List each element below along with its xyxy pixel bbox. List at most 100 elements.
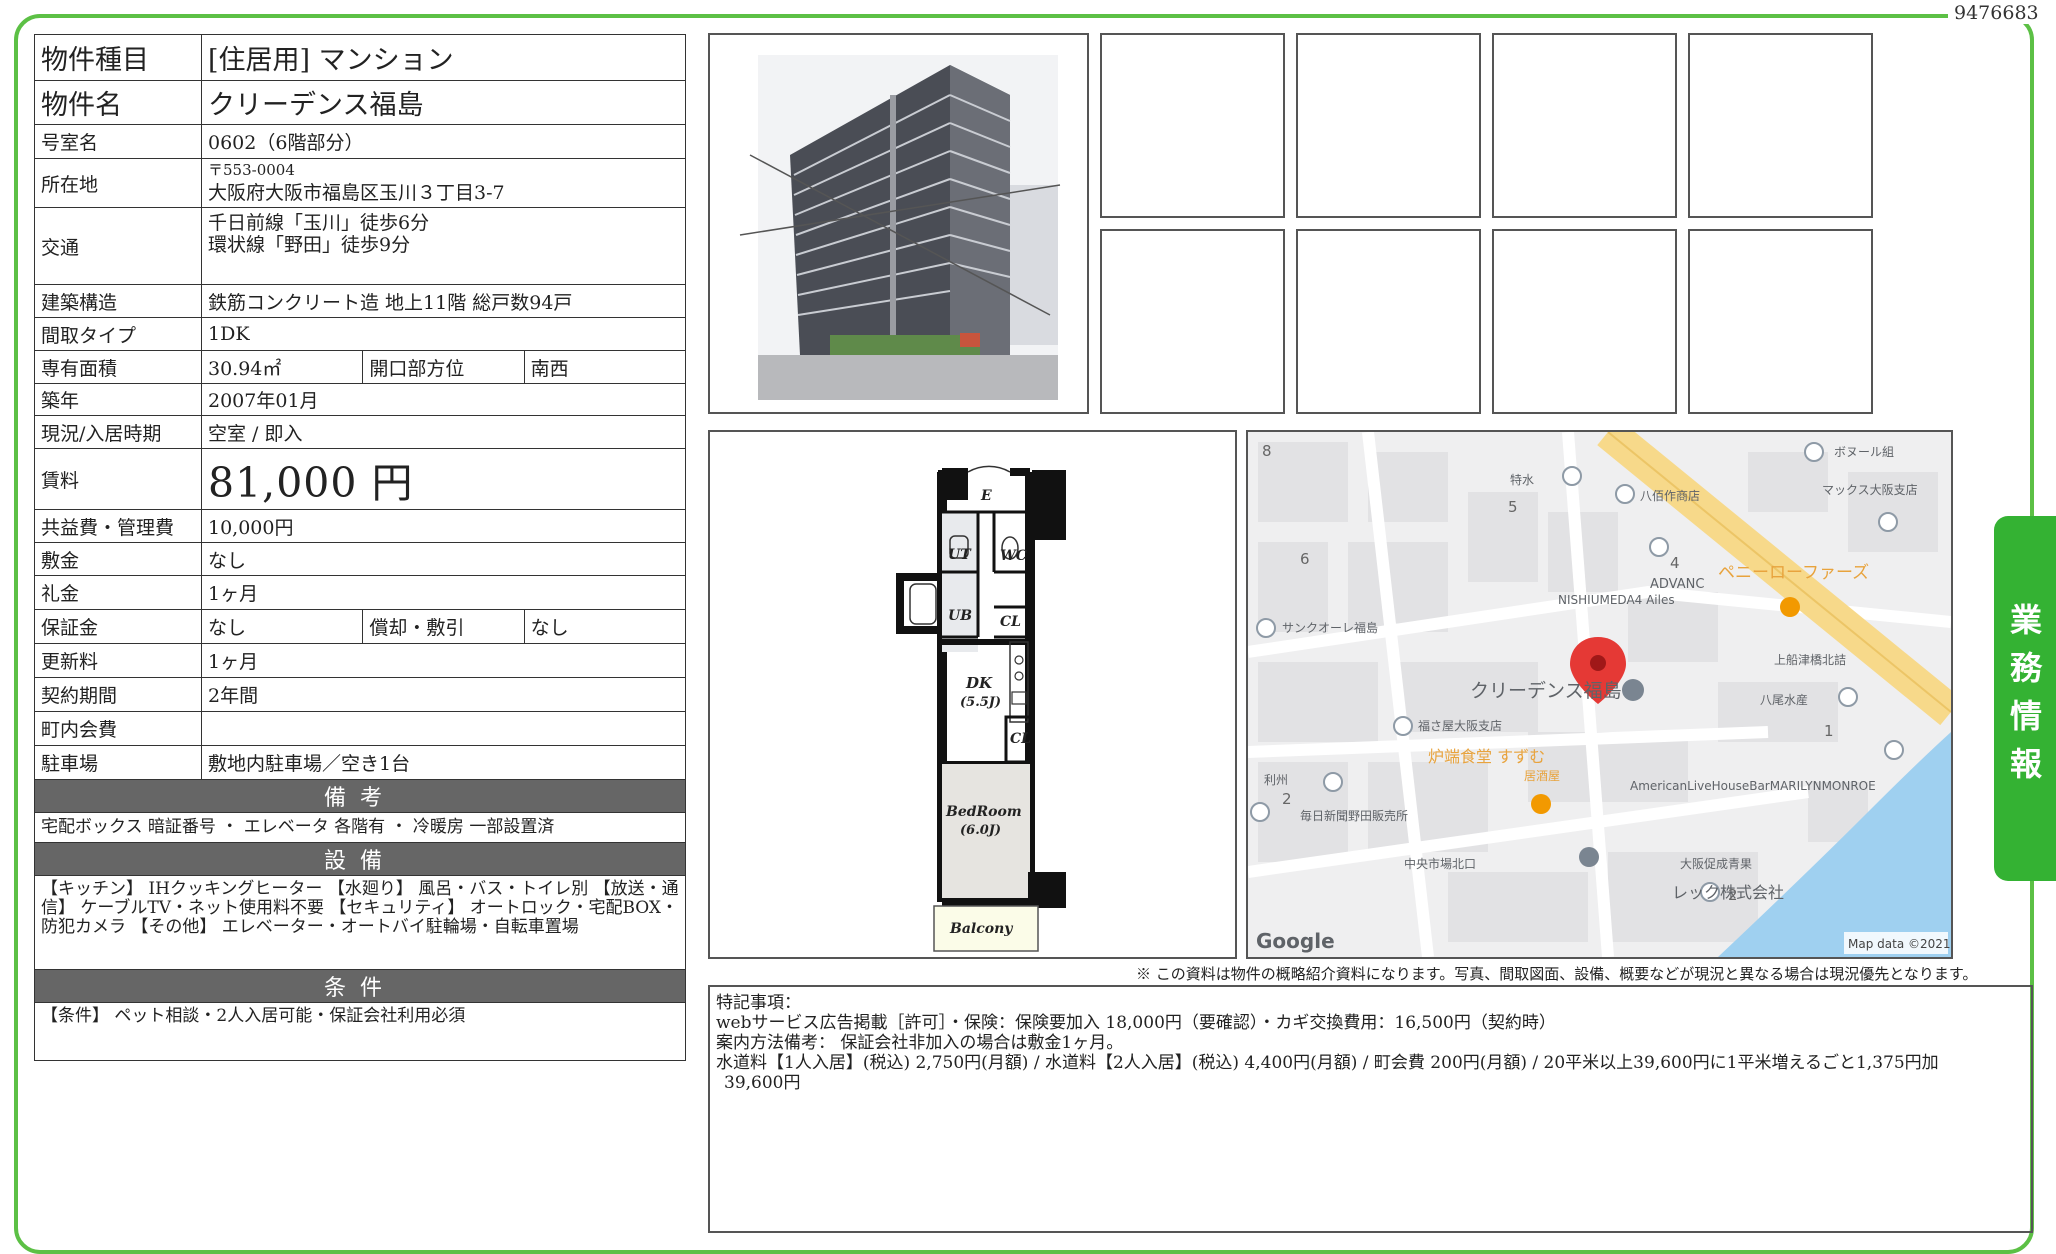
renewal-label: 更新料	[34, 643, 202, 678]
label-wc: WC	[1000, 548, 1027, 564]
conditions-text: 【条件】 ペット相談・2人入居可能・保証会社利用必須	[34, 1002, 686, 1061]
fee-label: 共益費・管理費	[34, 509, 202, 543]
map-label-1: マックス大阪支店	[1822, 483, 1918, 497]
map-label-14: 利州	[1264, 773, 1288, 787]
name-value: クリーデンス福島	[201, 80, 686, 125]
remarks-header: 備考	[34, 779, 686, 813]
label-bedroom: BedRoom	[945, 804, 1022, 820]
contract-label: 契約期間	[34, 677, 202, 712]
disclaimer-note: ※ この資料は物件の概略紹介資料になります。写真、間取図面、設備、概要などが現況…	[1136, 965, 1978, 983]
label-ut: UT	[948, 547, 972, 563]
photo-thumb-8	[1688, 229, 1873, 414]
layout-label: 間取タイプ	[34, 317, 202, 351]
map-label-7: サンクオーレ福島	[1282, 620, 1378, 635]
property-spec-table: 物件種目 [住居用] マンション 物件名 クリーデンス福島 号室名 0602（6…	[34, 34, 687, 1061]
location-map[interactable]: クリーデンス福島 ボヌール組 マックス大阪支店 特水 八佰作商店 ADVANC …	[1246, 430, 1953, 959]
special-notes-line-4: 水道料【1人入居】(税込) 2,750円(月額) / 水道料【2人入居】(税込)…	[716, 1053, 1939, 1073]
guarantee-label: 保証金	[34, 609, 202, 644]
photo-thumb-4	[1688, 33, 1873, 218]
parking-label: 駐車場	[34, 745, 202, 780]
side-tab-char-1: 業	[2009, 601, 2042, 639]
layout-value: 1DK	[201, 317, 686, 351]
photo-thumb-6	[1296, 229, 1481, 414]
key-money-label: 礼金	[34, 575, 202, 610]
map-label-6: ペニーローファーズ	[1718, 563, 1869, 583]
renewal-value: 1ヶ月	[201, 643, 686, 678]
photo-thumb-3	[1492, 33, 1677, 218]
remarks-text: 宅配ボックス 暗証番号 ・ エレベータ 各階有 ・ 冷暖房 一部設置済	[34, 812, 686, 843]
parking-value: 敷地内駐車場／空き1台	[201, 745, 686, 780]
equipment-text: 【キッチン】 IHクッキングヒーター 【水廻り】 風呂・バス・トイレ別 【放送・…	[34, 875, 686, 970]
contract-value: 2年間	[201, 677, 686, 712]
map-number-3: 4	[1670, 554, 1680, 572]
side-tab-char-2: 務	[2009, 649, 2042, 687]
map-number-6: 2	[1728, 886, 1738, 904]
built-value: 2007年01月	[201, 383, 686, 416]
transit-label: 交通	[34, 207, 202, 285]
business-info-tab[interactable]: 業 務 情 報	[1994, 516, 2056, 881]
special-notes-box: 特記事項： webサービス広告掲載［許可］・保険：保険要加入 18,000円（要…	[708, 985, 2033, 1233]
equipment-header: 設備	[34, 842, 686, 876]
photo-thumb-2	[1296, 33, 1481, 218]
type-value: [住居用] マンション	[201, 34, 686, 81]
conditions-header: 条件	[34, 969, 686, 1003]
map-label-5: NISHIUMEDA4 Ailes	[1558, 593, 1675, 607]
map-number-0: 8	[1262, 442, 1272, 460]
area-label: 専有面積	[34, 350, 202, 384]
google-logo: Google	[1256, 929, 1335, 953]
key-money-value: 1ヶ月	[201, 575, 686, 610]
transit-line-2: 環状線「野田」徒歩9分	[208, 234, 411, 256]
status-value: 空室 / 即入	[201, 415, 686, 449]
label-entrance: E	[980, 488, 992, 504]
name-label: 物件名	[34, 80, 202, 125]
side-tab-char-4: 報	[2009, 745, 2042, 783]
rent-value: 81,000 円	[201, 448, 686, 510]
label-ub: UB	[948, 608, 972, 624]
map-label-8: 上船津橋北詰	[1774, 652, 1846, 667]
floor-plan: E UT WC UB CL DK (5.5J) CL BedRoom (6.0J…	[708, 430, 1237, 959]
transit-cell: 千日前線「玉川」徒歩6分 環状線「野田」徒歩9分	[201, 207, 686, 285]
map-label-12: 居酒屋	[1524, 769, 1560, 783]
photo-thumb-7	[1492, 229, 1677, 414]
map-credit: Map data ©2021	[1848, 937, 1951, 951]
address-cell: 〒553-0004 大阪府大阪市福島区玉川３丁目3-7	[201, 158, 686, 208]
structure-value: 鉄筋コンクリート造 地上11階 総戸数94戸	[201, 284, 686, 318]
special-notes-line-2: webサービス広告掲載［許可］・保険：保険要加入 18,000円（要確認）・カギ…	[716, 1013, 1556, 1033]
label-dk-size: (5.5J)	[960, 695, 1001, 710]
structure-label: 建築構造	[34, 284, 202, 318]
deposit-value: なし	[201, 542, 686, 576]
fee-value: 10,000円	[201, 509, 686, 543]
guarantee-value: なし	[200, 609, 364, 644]
special-notes-line-5: 39,600円	[724, 1073, 801, 1093]
map-label-3: 八佰作商店	[1640, 488, 1700, 503]
address-zip: 〒553-0004	[208, 160, 295, 179]
transit-line-1: 千日前線「玉川」徒歩6分	[208, 212, 430, 234]
built-label: 築年	[34, 383, 202, 416]
amortization-label: 償却・敷引	[362, 609, 525, 644]
address-label: 所在地	[34, 158, 202, 208]
map-label-0: ボヌール組	[1834, 445, 1894, 459]
map-number-5: 1	[1824, 722, 1834, 740]
map-label-4: ADVANC	[1650, 577, 1704, 592]
label-bedroom-size: (6.0J)	[960, 823, 1001, 838]
photo-thumb-5	[1100, 229, 1285, 414]
map-label-15: 毎日新聞野田販売所	[1300, 808, 1408, 823]
area-value: 30.94㎡	[200, 350, 364, 384]
address-value: 大阪府大阪市福島区玉川３丁目3-7	[208, 181, 505, 204]
map-pin-label: クリーデンス福島	[1470, 680, 1622, 702]
opening-label: 開口部方位	[362, 350, 525, 384]
map-label-13: AmericanLiveHouseBarMARILYNMONROE	[1630, 779, 1876, 793]
label-cl-1: CL	[1000, 614, 1021, 630]
map-label-18: 大阪促成青果	[1680, 857, 1752, 871]
map-label-10: 福さ屋大阪支店	[1418, 718, 1502, 733]
rent-label: 賃料	[34, 448, 202, 510]
deposit-label: 敷金	[34, 542, 202, 576]
room-label: 号室名	[34, 124, 202, 159]
label-dk: DK	[965, 674, 993, 692]
photo-thumb-1	[1100, 33, 1285, 218]
side-tab-char-3: 情	[2009, 697, 2042, 735]
room-value: 0602（6階部分）	[201, 124, 686, 159]
map-label-16: 中央市場北口	[1404, 856, 1476, 871]
map-label-2: 特水	[1510, 472, 1534, 487]
map-label-9: 八尾水産	[1760, 692, 1808, 707]
